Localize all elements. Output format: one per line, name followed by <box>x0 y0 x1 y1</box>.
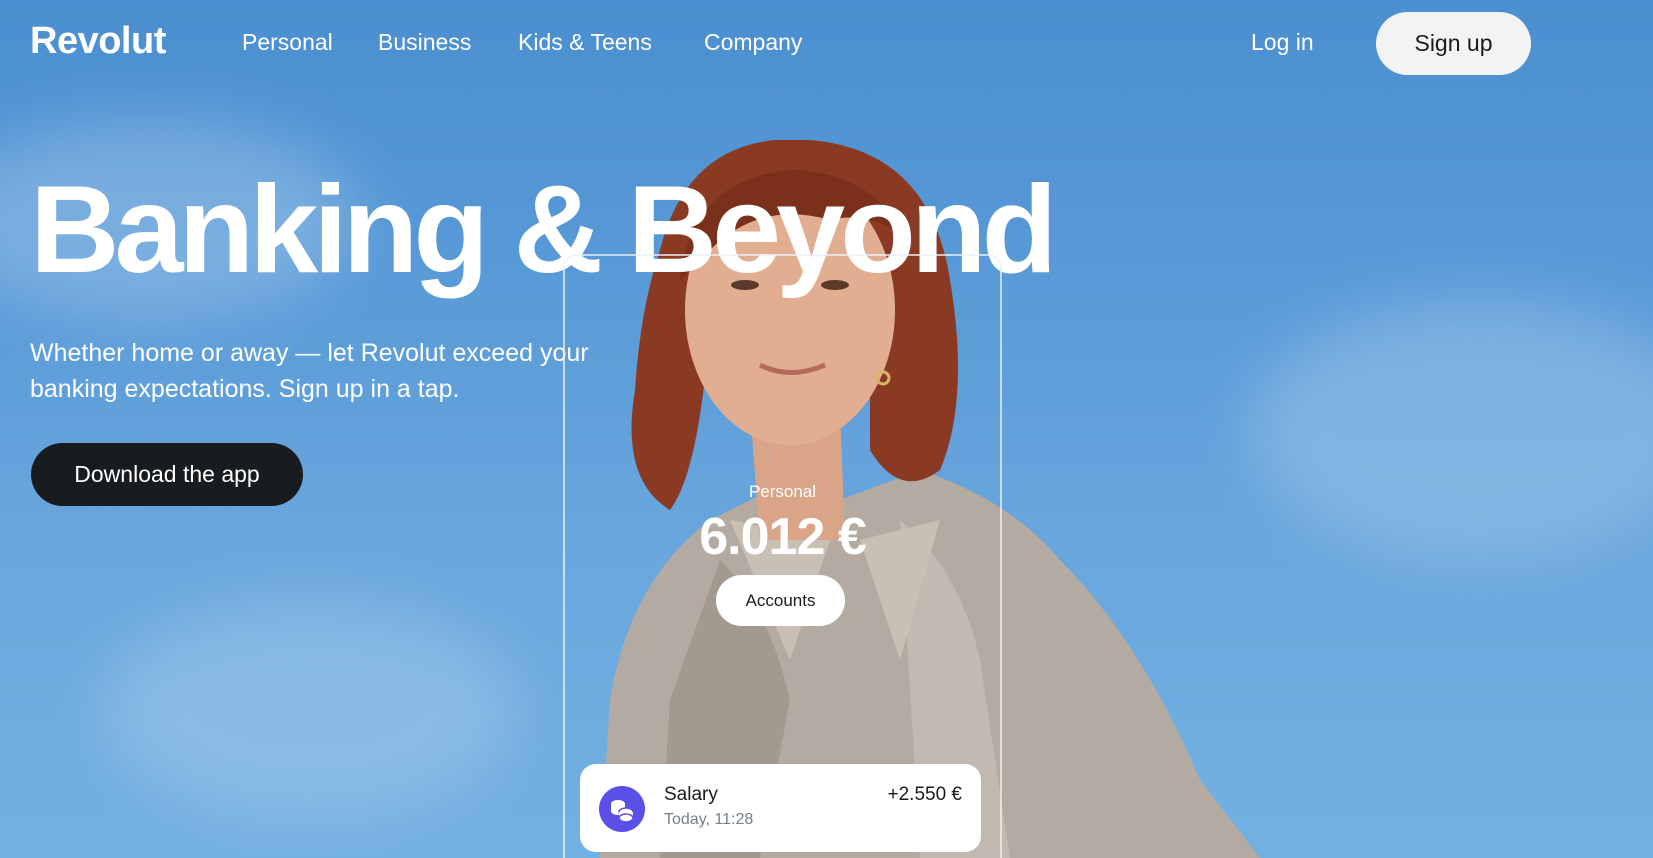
accounts-button[interactable]: Accounts <box>716 575 845 626</box>
revolut-logo[interactable]: Revolut <box>30 20 166 63</box>
signup-button[interactable]: Sign up <box>1376 12 1531 75</box>
download-app-button[interactable]: Download the app <box>31 443 303 506</box>
top-nav: Revolut Personal Business Kids & Teens C… <box>0 0 1653 88</box>
nav-link-business[interactable]: Business <box>378 29 471 56</box>
transaction-card[interactable]: Salary Today, 11:28 +2.550 € <box>580 764 981 852</box>
sky-cloud <box>100 600 520 820</box>
transaction-title: Salary <box>664 784 718 805</box>
nav-link-personal[interactable]: Personal <box>242 29 333 56</box>
transaction-time: Today, 11:28 <box>664 811 754 828</box>
account-balance: 6.012 € <box>699 508 867 566</box>
login-link[interactable]: Log in <box>1251 29 1314 56</box>
coins-icon <box>599 786 645 832</box>
transaction-amount: +2.550 € <box>887 784 963 805</box>
sky-cloud <box>1250 300 1653 560</box>
nav-link-kids-teens[interactable]: Kids & Teens <box>518 29 652 56</box>
hero-subtitle: Whether home or away — let Revolut excee… <box>30 339 589 403</box>
account-label: Personal <box>748 482 817 501</box>
nav-link-company[interactable]: Company <box>704 29 802 56</box>
